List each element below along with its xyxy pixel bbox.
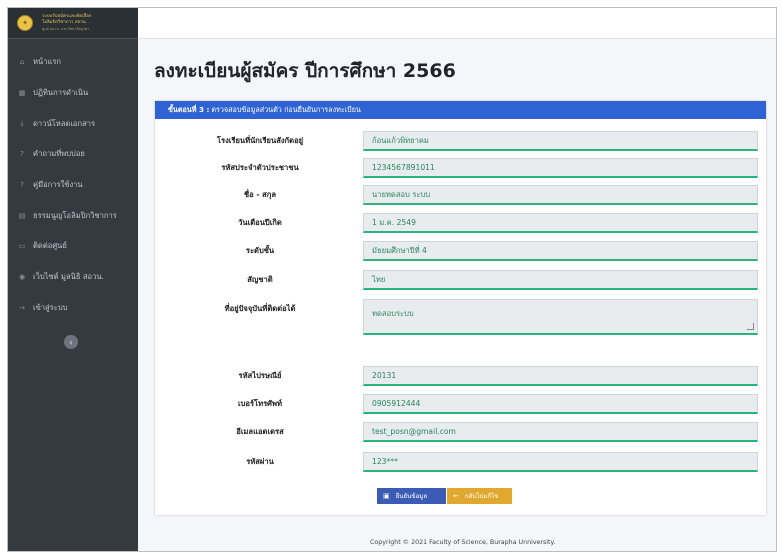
postcode-field[interactable]: 20131 [363, 366, 758, 386]
registration-card: ขั้นตอนที่ 3 : ตรวจสอบข้อมูลส่วนตัว ก่อน… [155, 101, 766, 515]
login-icon: → [19, 303, 25, 312]
field-label: สัญชาติ [247, 275, 273, 284]
globe-icon: ◉ [18, 273, 26, 282]
citizen-id-field[interactable]: 1234567891011 [363, 158, 758, 178]
top-navbar [138, 8, 776, 39]
calendar-icon: ▦ [18, 89, 26, 98]
card-header: ขั้นตอนที่ 3 : ตรวจสอบข้อมูลส่วนตัว ก่อน… [155, 101, 766, 119]
sidebar-item-faq[interactable]: ? คำถามที่พบบ่อย [8, 139, 138, 170]
sidebar-nav: ⌂ หน้าแรก ▦ ปฏิทินการดำเนิน ⤓ ดาวน์โหลดเ… [8, 47, 138, 323]
form-row-postcode: รหัสไปรษณีย์ 20131 [155, 366, 766, 386]
resize-handle-icon[interactable] [747, 323, 754, 330]
sidebar-item-charter[interactable]: ▤ ธรรมนูญโอลิมปิกวิชาการ [8, 200, 138, 231]
field-label: ระดับชั้น [245, 246, 275, 255]
book-icon: ▤ [18, 211, 26, 220]
form-row-password: รหัสผ่าน 123*** [155, 452, 766, 472]
field-label: รหัสผ่าน [246, 457, 274, 466]
sidebar-item-contact[interactable]: ▭ ติดต่อศูนย์ [8, 231, 138, 262]
sidebar-item-home[interactable]: ⌂ หน้าแรก [8, 47, 138, 78]
field-label: รหัสประจำตัวประชาชน [221, 163, 299, 172]
birthdate-field[interactable]: 1 ม.ค. 2549 [363, 213, 758, 233]
form-row-name: ชื่อ - สกุล นายทดสอบ ระบบ [155, 185, 766, 205]
arrow-left-icon: ← [453, 492, 459, 500]
form-row-school: โรงเรียนที่นักเรียนสังกัดอยู่ ก้อนแก้วพิ… [155, 131, 766, 151]
form-row-phone: เบอร์โทรศัพท์ 0905912444 [155, 394, 766, 414]
field-label: ชื่อ - สกุล [243, 190, 277, 199]
form-row-nationality: สัญชาติ ไทย [155, 270, 766, 290]
sidebar-item-label: ธรรมนูญโอลิมปิกวิชาการ [33, 210, 117, 220]
step-text: ตรวจสอบข้อมูลส่วนตัว ก่อนยืนยันการลงทะเบ… [211, 104, 361, 114]
sidebar-item-label: ปฏิทินการดำเนิน [33, 88, 89, 98]
step-label: ขั้นตอนที่ 3 : [168, 104, 210, 114]
app-window: ✦ ระบบรับสมัครและคัดเลือก โอลิมปิกวิชากา… [7, 7, 777, 552]
save-icon: ▣ [383, 492, 390, 500]
sidebar-collapse-button[interactable]: ‹ [64, 335, 78, 349]
brand[interactable]: ✦ ระบบรับสมัครและคัดเลือก โอลิมปิกวิชากา… [8, 8, 138, 39]
field-label: รหัสไปรษณีย์ [238, 371, 282, 380]
footer-copyright: Copyright © 2021 Faculty of Science, Bur… [370, 539, 556, 546]
back-button[interactable]: ← กลับไปแก้ไข [447, 488, 512, 504]
address-value: ทดสอบระบบ [372, 309, 414, 318]
form-row-address: ที่อยู่ปัจจุบันที่ติดต่อได้ ทดสอบระบบ [155, 299, 766, 335]
sidebar: ✦ ระบบรับสมัครและคัดเลือก โอลิมปิกวิชากา… [8, 8, 138, 551]
logo-icon: ✦ [17, 15, 33, 31]
contact-icon: ▭ [18, 242, 26, 251]
sidebar-item-calendar[interactable]: ▦ ปฏิทินการดำเนิน [8, 78, 138, 109]
back-button-label: กลับไปแก้ไข [464, 493, 499, 500]
nationality-field[interactable]: ไทย [363, 270, 758, 290]
form-row-email: อีเมลแอดเดรส test_posn@gmail.com [155, 422, 766, 442]
sidebar-item-label: คู่มือการใช้งาน [33, 180, 83, 190]
school-field[interactable]: ก้อนแก้วพิทยาคม [363, 131, 758, 151]
form-row-birthdate: วันเดือนปีเกิด 1 ม.ค. 2549 [155, 213, 766, 233]
form-row-citizen-id: รหัสประจำตัวประชาชน 1234567891011 [155, 158, 766, 178]
form-row-grade: ระดับชั้น มัธยมศึกษาปีที่ 4 [155, 241, 766, 261]
sidebar-item-label: ติดต่อศูนย์ [33, 241, 67, 251]
sidebar-item-label: หน้าแรก [33, 57, 62, 67]
download-icon: ⤓ [20, 119, 24, 128]
manual-icon: ? [20, 181, 24, 190]
brand-line-3: ศูนย์ สอวน. มหาวิทยาลัยบูรพา [42, 27, 90, 31]
field-label: ที่อยู่ปัจจุบันที่ติดต่อได้ [224, 304, 296, 313]
address-textarea[interactable]: ทดสอบระบบ [363, 299, 758, 335]
question-icon: ? [20, 150, 24, 159]
sidebar-item-website[interactable]: ◉ เว็บไซต์ มูลนิธิ สอวน. [8, 262, 138, 293]
brand-text: ระบบรับสมัครและคัดเลือก โอลิมปิกวิชาการ … [42, 14, 91, 32]
phone-field[interactable]: 0905912444 [363, 394, 758, 414]
sidebar-item-label: คำถามที่พบบ่อย [33, 149, 85, 159]
sidebar-item-login[interactable]: → เข้าสู่ระบบ [8, 293, 138, 324]
home-icon: ⌂ [19, 58, 25, 67]
field-label: วันเดือนปีเกิด [238, 218, 282, 227]
sidebar-item-label: ดาวน์โหลดเอกสาร [33, 118, 96, 128]
password-field[interactable]: 123*** [363, 452, 758, 472]
sidebar-item-label: เข้าสู่ระบบ [33, 302, 68, 312]
sidebar-item-label: เว็บไซต์ มูลนิธิ สอวน. [33, 272, 104, 282]
confirm-button[interactable]: ▣ ยืนยันข้อมูล [377, 488, 446, 504]
grade-field[interactable]: มัธยมศึกษาปีที่ 4 [363, 241, 758, 261]
field-label: โรงเรียนที่นักเรียนสังกัดอยู่ [216, 136, 304, 145]
sidebar-item-download[interactable]: ⤓ ดาวน์โหลดเอกสาร [8, 108, 138, 139]
name-field[interactable]: นายทดสอบ ระบบ [363, 185, 758, 205]
field-label: เบอร์โทรศัพท์ [237, 399, 283, 408]
page-title: ลงทะเบียนผู้สมัคร ปีการศึกษา 2566 [154, 60, 456, 82]
sidebar-item-manual[interactable]: ? คู่มือการใช้งาน [8, 170, 138, 201]
field-label: อีเมลแอดเดรส [236, 427, 284, 436]
email-field[interactable]: test_posn@gmail.com [363, 422, 758, 442]
confirm-button-label: ยืนยันข้อมูล [395, 493, 428, 500]
